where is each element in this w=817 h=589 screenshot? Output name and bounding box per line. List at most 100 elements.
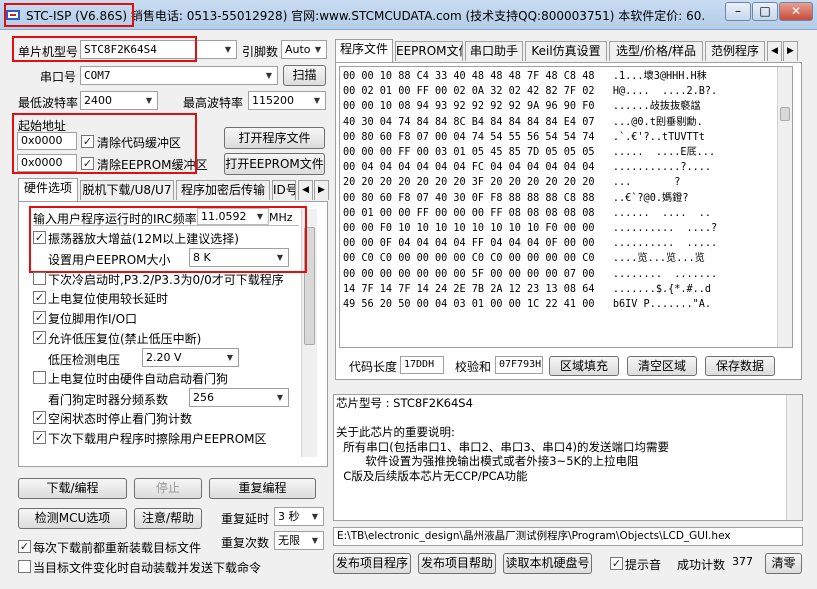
- stop-button[interactable]: 停止: [134, 478, 202, 499]
- download-button[interactable]: 下载/编程: [18, 478, 127, 499]
- tab-offline[interactable]: 脱机下载/U8/U7: [80, 180, 174, 200]
- hex-row: 20 20 20 20 20 20 20 3F 20 20 20 20 20 2…: [343, 175, 763, 190]
- maximize-button[interactable]: □: [752, 2, 778, 21]
- hex-row: 00 00 10 88 C4 33 40 48 48 48 7F 48 C8 4…: [343, 69, 763, 84]
- publish-help-button[interactable]: 发布项目帮助: [418, 553, 496, 574]
- repeat-count-select[interactable]: 无限 ▼: [274, 531, 324, 550]
- tab-hardware[interactable]: 硬件选项: [18, 178, 78, 201]
- tab-selection[interactable]: 选型/价格/样品: [609, 41, 703, 61]
- clear-eeprom-checkbox[interactable]: ✓: [81, 157, 94, 170]
- hex-bytes: 40 30 04 74 84 84 8C B4 84 84 84 84 E4 0…: [343, 116, 595, 128]
- auto-load-label: 当目标文件变化时自动装载并发送下载命令: [33, 561, 262, 575]
- eeprom-size-value: 8 K: [193, 251, 211, 264]
- low-voltage-reset-checkbox[interactable]: ✓: [33, 331, 46, 344]
- hex-bytes: 00 00 10 08 94 93 92 92 92 92 9A 96 90 F…: [343, 101, 595, 113]
- port-select[interactable]: COM7 ▼: [80, 66, 278, 85]
- checksum-value: 07F793H: [495, 356, 543, 374]
- max-baud-select[interactable]: 115200 ▼: [248, 91, 326, 110]
- info-line: 芯片型号 : STC8F2K64S4: [336, 396, 473, 410]
- help-button[interactable]: 注意/帮助: [134, 508, 202, 529]
- hex-scroll-thumb[interactable]: [780, 107, 790, 121]
- tab-scroll-left[interactable]: ◀: [298, 180, 313, 200]
- tab-scroll-right[interactable]: ▶: [314, 180, 329, 200]
- eeprom-address-input[interactable]: 0x0000: [17, 154, 77, 172]
- lv-detect-value: 2.20 V: [146, 351, 182, 364]
- tab-eeprom-file[interactable]: EEPROM文件: [395, 41, 463, 61]
- right-tab-scroll-left[interactable]: ◀: [767, 41, 782, 61]
- options-scrollbar[interactable]: [301, 209, 317, 457]
- clear-area-button[interactable]: 清空区域: [627, 356, 697, 376]
- file-path-field: E:\TB\electronic_design\晶州液晶厂测试例程序\Progr…: [333, 527, 803, 546]
- hex-row: 00 04 04 04 04 04 04 FC 04 04 04 04 04 0…: [343, 160, 763, 175]
- minimize-button[interactable]: –: [725, 2, 751, 21]
- sound-label: 提示音: [625, 558, 662, 572]
- pins-select[interactable]: Auto ▼: [281, 40, 327, 59]
- close-button[interactable]: ✕: [779, 2, 813, 21]
- wdt-prescaler-select[interactable]: 256 ▼: [189, 388, 289, 407]
- save-data-button[interactable]: 保存数据: [705, 356, 775, 376]
- pins-label: 引脚数: [242, 45, 279, 59]
- options-scroll-thumb[interactable]: [304, 227, 315, 345]
- eeprom-size-select[interactable]: 8 K ▼: [189, 248, 289, 267]
- clear-code-checkbox[interactable]: ✓: [81, 135, 94, 148]
- hex-bytes: 00 00 F0 10 10 10 10 10 10 10 10 F0 00 0…: [343, 223, 595, 235]
- info-line: 关于此芯片的重要说明:: [336, 425, 455, 439]
- cold-start-checkbox[interactable]: [33, 272, 46, 285]
- chevron-down-icon: ▼: [265, 71, 273, 80]
- code-address-input[interactable]: 0x0000: [17, 132, 77, 150]
- chevron-down-icon: ▼: [224, 45, 232, 54]
- long-delay-checkbox[interactable]: ✓: [33, 291, 46, 304]
- chevron-down-icon: ▼: [276, 393, 284, 402]
- chip-info-text: 芯片型号 : STC8F2K64S4 关于此芯片的重要说明: 所有串口(包括串口1…: [336, 396, 776, 483]
- clear-count-button[interactable]: 清零: [765, 553, 802, 574]
- erase-eeprom-checkbox[interactable]: ✓: [33, 431, 46, 444]
- reprogram-button[interactable]: 重复编程: [209, 478, 316, 499]
- reset-io-checkbox[interactable]: ✓: [33, 311, 46, 324]
- hex-ascii: .......... .....: [612, 238, 718, 250]
- repeat-delay-value: 3 秒: [278, 510, 300, 523]
- read-disk-button[interactable]: 读取本机硬盘号: [503, 553, 592, 574]
- hex-ascii: H@.... ....2.B?.: [612, 86, 718, 98]
- reload-checkbox[interactable]: ✓: [18, 540, 31, 553]
- scan-button[interactable]: 扫描: [283, 65, 326, 86]
- hex-row: 00 00 00 FF 00 03 01 05 45 85 7D 05 05 0…: [343, 145, 763, 160]
- right-tab-scroll-right[interactable]: ▶: [783, 41, 798, 61]
- hex-bytes: 14 7F 14 7F 14 24 2E 7B 2A 12 23 13 08 6…: [343, 283, 595, 295]
- checksum-label: 校验和: [455, 360, 492, 374]
- tab-encrypt[interactable]: 程序加密后传输: [176, 180, 270, 200]
- publish-project-button[interactable]: 发布项目程序: [333, 553, 411, 574]
- auto-load-checkbox[interactable]: [18, 560, 31, 573]
- success-count-label: 成功计数: [677, 558, 726, 572]
- amp-gain-checkbox[interactable]: ✓: [33, 231, 46, 244]
- repeat-count-value: 无限: [278, 534, 300, 547]
- hw-watchdog-checkbox[interactable]: [33, 371, 46, 384]
- hex-row: 40 30 04 74 84 84 8C B4 84 84 84 84 E4 0…: [343, 115, 763, 130]
- tab-examples[interactable]: 范例程序: [705, 41, 765, 61]
- hex-scrollbar[interactable]: [777, 67, 792, 347]
- code-length-value: 17DDH: [400, 356, 444, 374]
- min-baud-select[interactable]: 2400 ▼: [80, 91, 158, 110]
- tab-id[interactable]: ID号: [272, 180, 296, 200]
- open-eeprom-button[interactable]: 打开EEPROM文件: [224, 153, 325, 175]
- tab-program-file[interactable]: 程序文件: [335, 39, 393, 62]
- chevron-down-icon: ▼: [311, 536, 319, 545]
- sound-checkbox[interactable]: ✓: [610, 557, 623, 570]
- reset-io-label: 复位脚用作I/O口: [48, 312, 138, 326]
- detect-mcu-button[interactable]: 检测MCU选项: [18, 508, 127, 529]
- idle-wdt-checkbox[interactable]: ✓: [33, 411, 46, 424]
- info-line: 所有串口(包括串口1、串口2、串口3、串口4)的发送端口均需要: [336, 439, 670, 454]
- hex-bytes: 00 01 00 00 FF 00 00 00 FF 08 08 08 08 0…: [343, 207, 595, 219]
- fill-area-button[interactable]: 区域填充: [549, 356, 619, 376]
- irc-label: 输入用户程序运行时的IRC频率: [33, 212, 197, 226]
- tab-keil-sim[interactable]: Keil仿真设置: [525, 41, 607, 61]
- tab-serial-helper[interactable]: 串口助手: [465, 41, 523, 61]
- repeat-delay-select[interactable]: 3 秒 ▼: [274, 507, 324, 526]
- lv-detect-select[interactable]: 2.20 V ▼: [142, 348, 239, 367]
- hex-ascii: ...... .... ..: [612, 207, 712, 219]
- irc-select[interactable]: 11.0592 ▼: [197, 208, 269, 225]
- info-line: C版及后续版本芯片无CCP/PCA功能: [336, 468, 528, 483]
- chip-select[interactable]: STC8F2K64S4 ▼: [80, 40, 237, 59]
- info-scrollbar[interactable]: [786, 395, 802, 520]
- open-program-button[interactable]: 打开程序文件: [224, 127, 325, 149]
- eeprom-size-label: 设置用户EEPROM大小: [48, 253, 171, 267]
